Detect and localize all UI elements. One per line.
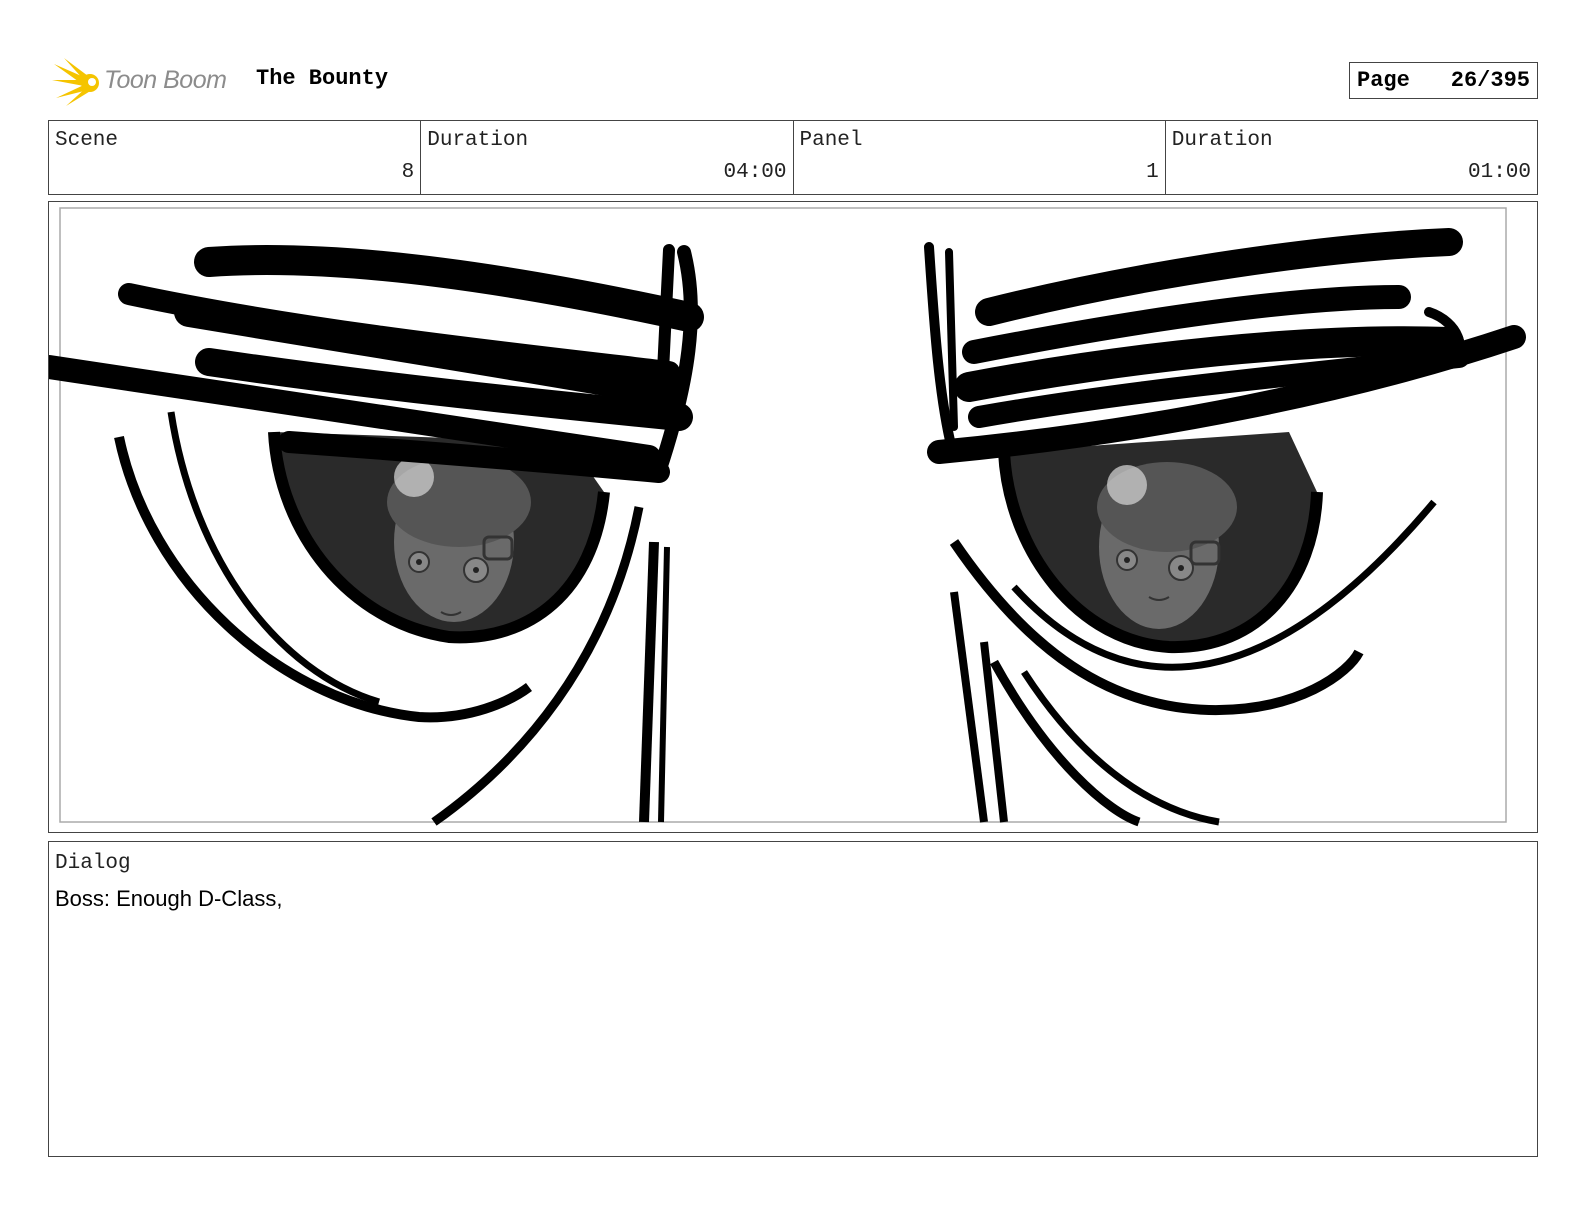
left-eye-drawing	[49, 244, 704, 826]
dialog-label: Dialog	[55, 852, 131, 875]
scene-duration-value: 04:00	[723, 161, 787, 184]
scene-cell: Scene 8	[49, 121, 422, 194]
scene-info-table: Scene 8 Duration 04:00 Panel 1 Duration …	[48, 120, 1538, 195]
page-value: 26/395	[1450, 68, 1530, 93]
panel-drawing	[49, 207, 1526, 827]
panel-cell: Panel 1	[794, 121, 1166, 194]
page-counter: Page 26/395	[1349, 62, 1538, 99]
panel-value: 1	[1146, 161, 1159, 184]
panel-duration-cell: Duration 01:00	[1166, 121, 1537, 194]
storyboard-panel	[48, 201, 1538, 833]
scene-duration-cell: Duration 04:00	[421, 121, 794, 194]
panel-duration-value: 01:00	[1467, 161, 1531, 184]
panel-label: Panel	[799, 129, 863, 152]
logo-wordmark: Toon Boom	[104, 66, 227, 94]
dialog-section: Dialog Boss: Enough D-Class,	[48, 841, 1538, 1157]
right-eye-drawing	[924, 228, 1526, 827]
scene-value: 8	[401, 161, 415, 184]
scene-duration-label: Duration	[427, 129, 529, 152]
toon-boom-logo: Toon Boom	[52, 56, 242, 108]
dialog-text: Boss: Enough D-Class,	[55, 886, 283, 911]
panel-duration-label: Duration	[1171, 129, 1273, 152]
page-label: Page	[1357, 68, 1410, 93]
project-title: The Bounty	[256, 66, 389, 91]
starburst-icon	[52, 58, 99, 106]
scene-label: Scene	[55, 129, 119, 152]
